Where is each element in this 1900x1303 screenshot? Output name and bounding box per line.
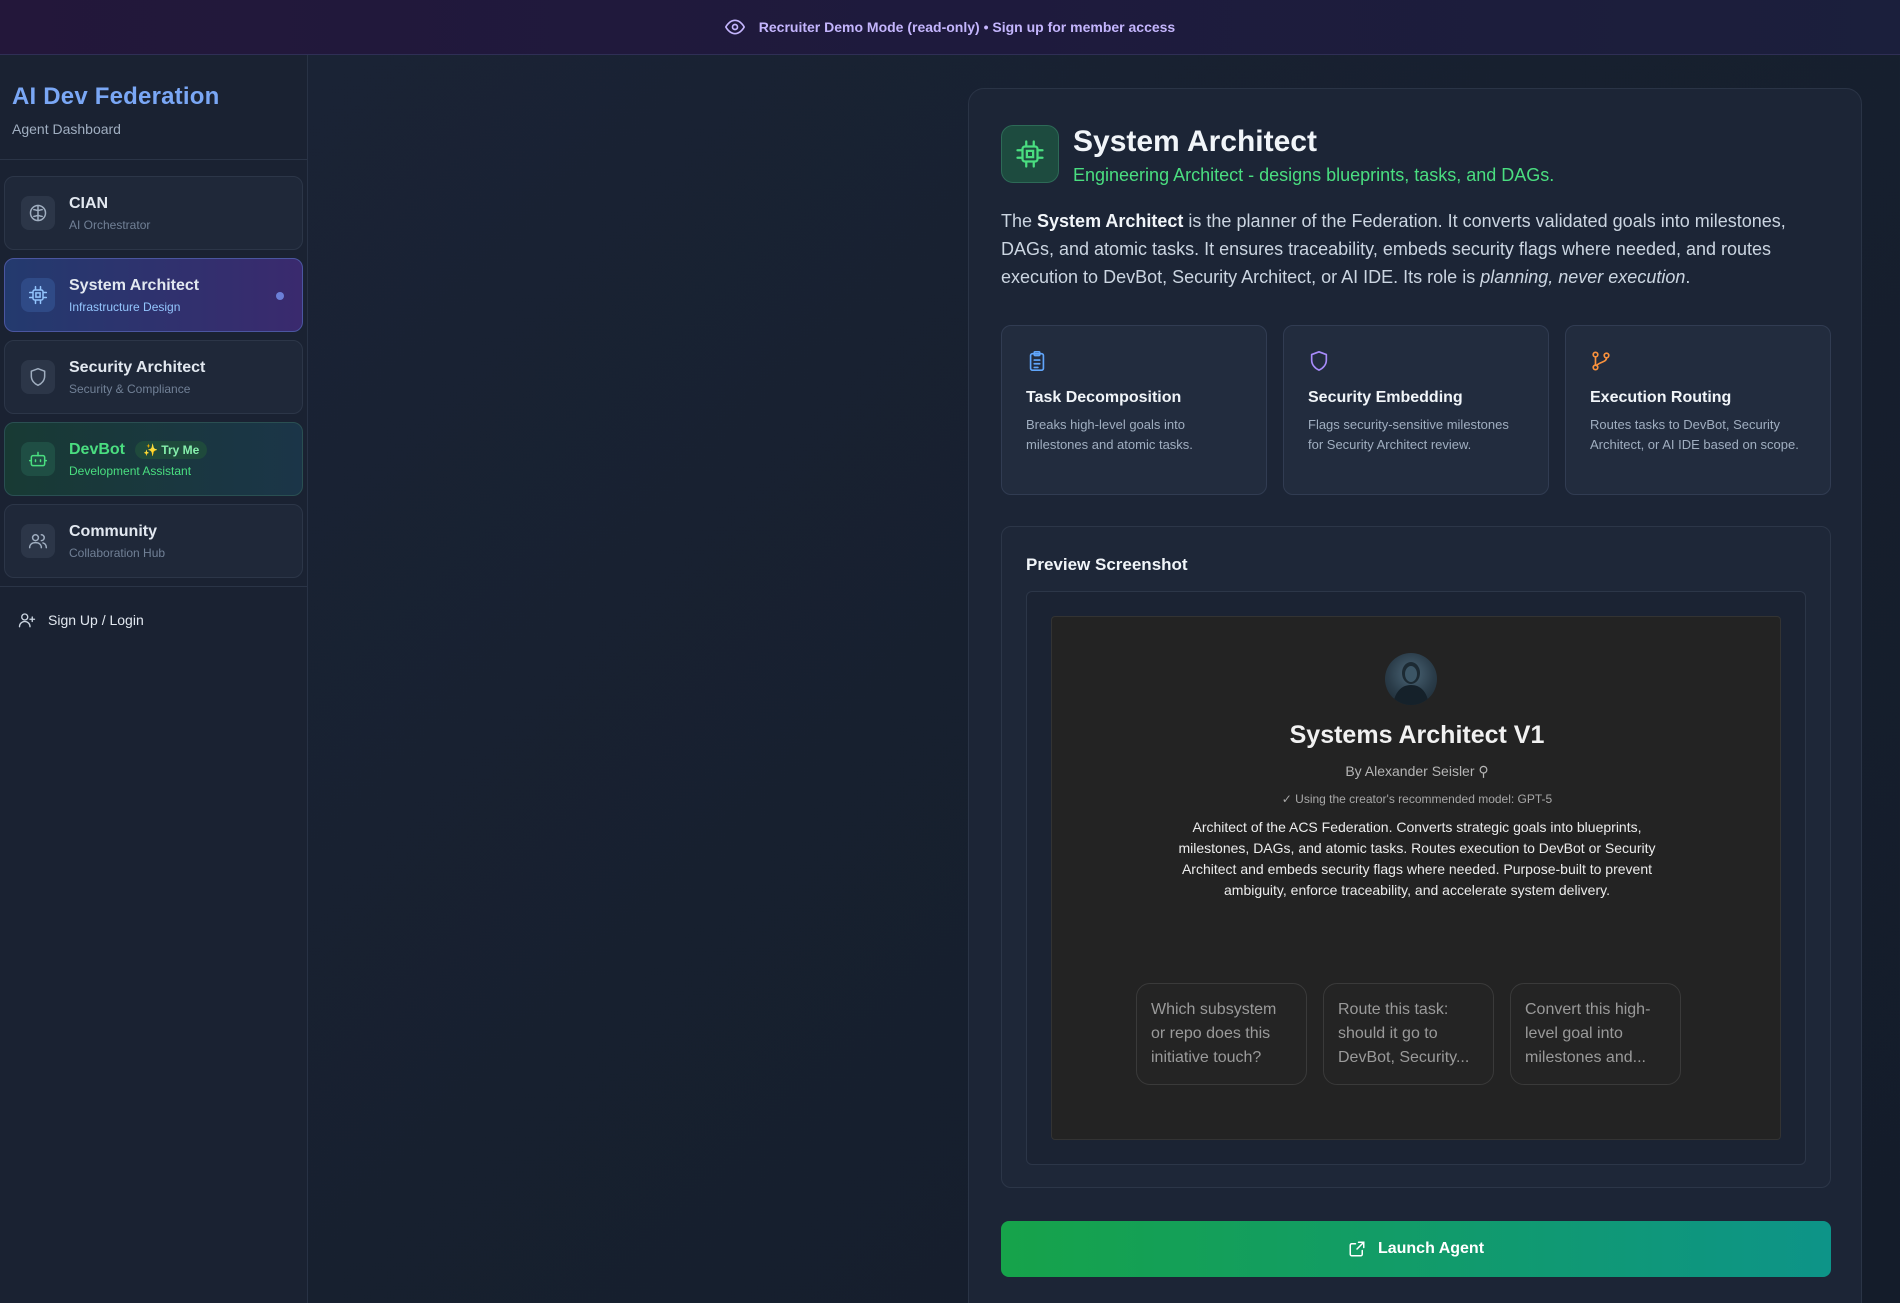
- sidebar-item-system-architect[interactable]: System Architect Infrastructure Design: [4, 258, 303, 332]
- shield-icon: [1310, 351, 1328, 371]
- feature-title: Execution Routing: [1590, 389, 1732, 406]
- gpt-description: Architect of the ACS Federation. Convert…: [1178, 819, 1656, 898]
- app-title: AI Dev Federation: [12, 83, 220, 110]
- starter-card: Convert this high-level goal into milest…: [1510, 983, 1681, 1085]
- launch-agent-button[interactable]: Launch Agent: [1001, 1221, 1831, 1277]
- sidebar-item-sub: Collaboration Hub: [69, 545, 166, 560]
- preview-panel: Preview Screenshot Systems Architect V1 …: [1001, 526, 1831, 1188]
- cpu-icon: [21, 278, 55, 312]
- user-plus-icon: [18, 613, 36, 628]
- agent-tagline: Engineering Architect - designs blueprin…: [1073, 165, 1555, 185]
- sidebar-item-cian[interactable]: CIAN AI Orchestrator: [4, 176, 303, 250]
- sidebar-item-label: Security Architect: [69, 358, 206, 376]
- sidebar-item-label: DevBot: [69, 440, 126, 458]
- preview-screenshot-frame: Systems Architect V1 By Alexander Seisle…: [1026, 591, 1806, 1165]
- feature-desc: Flags security-sensitive milestones for …: [1308, 417, 1509, 452]
- agent-intro: The System Architect is the planner of t…: [1001, 211, 1786, 287]
- starter-card: Route this task: should it go to DevBot,…: [1323, 983, 1494, 1085]
- agent-detail-card: System Architect Engineering Architect -…: [968, 88, 1862, 1303]
- agent-nav: CIAN AI Orchestrator System Architect In…: [0, 160, 307, 653]
- app-subtitle: Agent Dashboard: [12, 121, 121, 137]
- gpt-model-note: ✓ Using the creator's recommended model:…: [1281, 792, 1553, 806]
- git-branch-icon: [1592, 351, 1610, 371]
- launch-label: Launch Agent: [1377, 1240, 1485, 1257]
- eye-icon: [724, 19, 745, 35]
- brand: AI Dev Federation Agent Dashboard: [0, 55, 307, 160]
- sidebar-item-sub: Security & Compliance: [69, 381, 191, 396]
- brain-icon: [21, 196, 55, 230]
- preview-title: Preview Screenshot: [1026, 555, 1188, 574]
- agent-header: System Architect Engineering Architect -…: [1001, 125, 1554, 186]
- conversation-starters: Which subsystem or repo does this initia…: [1136, 983, 1681, 1085]
- active-indicator: [276, 292, 284, 300]
- sidebar-item-label: System Architect: [69, 276, 200, 294]
- clipboard-icon: [1029, 351, 1045, 371]
- sidebar-item-sub: AI Orchestrator: [69, 217, 151, 232]
- starter-card: Which subsystem or repo does this initia…: [1136, 983, 1307, 1085]
- feature-cards: Task Decomposition Breaks high-level goa…: [1001, 325, 1831, 495]
- shield-icon: [21, 360, 55, 394]
- banner-text: Recruiter Demo Mode (read-only) • Sign u…: [758, 19, 1176, 35]
- feature-desc: Breaks high-level goals into milestones …: [1026, 417, 1193, 452]
- sidebar-item-label: Community: [69, 522, 157, 540]
- sidebar-item-label: CIAN: [69, 194, 109, 212]
- bot-icon: [21, 442, 55, 476]
- gpt-name: Systems Architect V1: [1289, 721, 1545, 749]
- gpt-author: By Alexander Seisler ⚲: [1345, 763, 1489, 779]
- try-me-badge: ✨ Try Me: [135, 440, 208, 459]
- feature-title: Task Decomposition: [1026, 389, 1182, 406]
- demo-banner[interactable]: Recruiter Demo Mode (read-only) • Sign u…: [0, 0, 1900, 55]
- preview-screenshot: Systems Architect V1 By Alexander Seisle…: [1051, 616, 1781, 1140]
- sidebar-item-devbot[interactable]: DevBot ✨ Try Me Development Assistant: [4, 422, 303, 496]
- feature-card-execution-routing: Execution Routing Routes tasks to DevBot…: [1565, 325, 1831, 495]
- page-title: System Architect: [1073, 125, 1317, 158]
- feature-card-task-decomposition: Task Decomposition Breaks high-level goa…: [1001, 325, 1267, 495]
- sidebar-item-sub: Infrastructure Design: [69, 299, 181, 314]
- feature-desc: Routes tasks to DevBot, Security Archite…: [1590, 417, 1799, 452]
- sidebar: AI Dev Federation Agent Dashboard CIAN A…: [0, 55, 308, 1303]
- cpu-icon: [1001, 125, 1059, 183]
- person-icon: ⚲: [1478, 763, 1489, 779]
- sidebar-item-security-architect[interactable]: Security Architect Security & Compliance: [4, 340, 303, 414]
- avatar: [1385, 653, 1437, 705]
- sidebar-item-sub: Development Assistant: [69, 463, 192, 478]
- signup-login-link[interactable]: Sign Up / Login: [4, 587, 303, 653]
- check-icon: ✓: [1281, 792, 1292, 806]
- feature-card-security-embedding: Security Embedding Flags security-sensit…: [1283, 325, 1549, 495]
- external-link-icon: [1349, 1241, 1365, 1257]
- sidebar-item-community[interactable]: Community Collaboration Hub: [4, 504, 303, 578]
- signup-label: Sign Up / Login: [48, 612, 144, 628]
- feature-title: Security Embedding: [1308, 389, 1463, 406]
- users-icon: [21, 524, 55, 558]
